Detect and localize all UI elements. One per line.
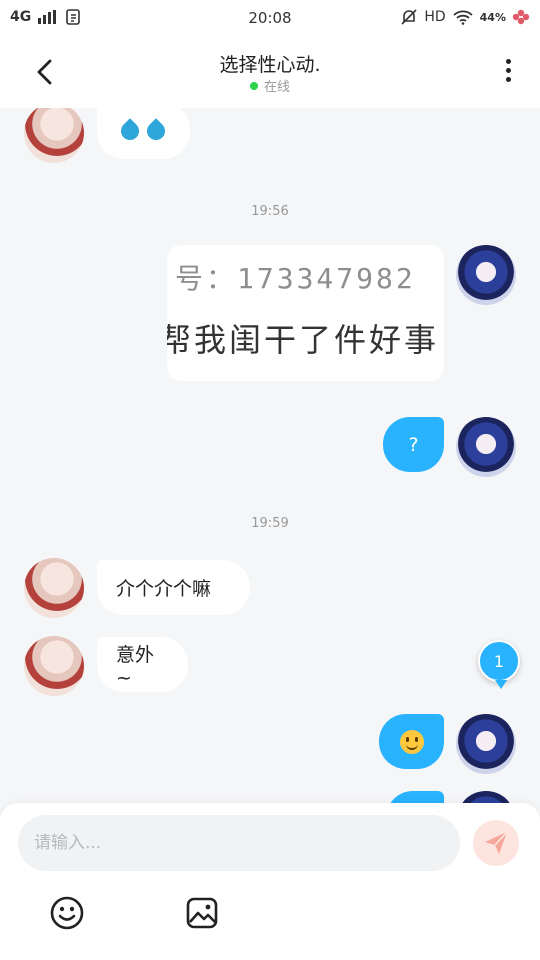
unread-count: 1 <box>493 651 505 671</box>
wifi-icon <box>453 10 473 25</box>
more-button[interactable] <box>498 56 518 88</box>
my-avatar[interactable] <box>456 417 516 477</box>
peer-avatar[interactable] <box>24 636 84 696</box>
hd-label: HD <box>424 9 446 25</box>
timestamp-separator: 19:59 <box>251 516 289 531</box>
smiley-emoji-icon <box>399 729 424 754</box>
emoji-icon <box>50 896 84 930</box>
message-text: 意外~ <box>116 644 155 689</box>
peer-message[interactable]: 介个介个嘛 <box>97 560 250 615</box>
peer-message[interactable]: 意外~ <box>97 637 188 692</box>
peer-avatar[interactable] <box>24 108 84 163</box>
my-avatar[interactable] <box>456 714 516 774</box>
image-message[interactable]: 号：173347982 帮我闺干了件好事 <box>167 245 444 381</box>
unread-badge[interactable]: 1 <box>478 640 520 689</box>
image-text-line: 帮我闺干了件好事 <box>167 321 440 359</box>
my-avatar[interactable] <box>456 245 516 305</box>
online-status: 在线 <box>0 76 540 95</box>
battery-label: 44% <box>479 10 506 24</box>
contact-name: 选择性心动. <box>219 54 321 76</box>
image-text-line: 号：173347982 <box>175 262 416 295</box>
online-status-label: 在线 <box>263 80 290 95</box>
online-dot <box>249 82 258 90</box>
emoji-button[interactable] <box>50 896 84 930</box>
status-right: HD 44% <box>400 8 530 26</box>
send-button[interactable] <box>473 820 519 866</box>
battery-flower-icon <box>512 9 530 25</box>
image-icon <box>186 897 218 929</box>
message-input[interactable] <box>18 815 460 871</box>
status-bar: 4G 20:08 HD 44% <box>0 0 540 36</box>
chat-header: 选择性心动. 在线 <box>0 36 540 108</box>
composer-panel <box>0 803 540 960</box>
message-text: 介个介个嘛 <box>116 578 212 600</box>
emoji-message[interactable] <box>379 714 444 769</box>
image-button[interactable] <box>185 896 219 930</box>
peer-avatar[interactable] <box>24 558 84 618</box>
message-text: ? <box>408 433 419 456</box>
mute-bell-icon <box>401 9 417 25</box>
message-list[interactable]: 19:56 号：173347982 帮我闺干了件好事 ? 19:59 介个介个嘛… <box>0 108 540 808</box>
timestamp-separator: 19:56 <box>251 204 289 219</box>
send-icon <box>485 831 508 854</box>
sweat-drops-message[interactable] <box>97 108 190 159</box>
more-icon <box>498 59 518 82</box>
question-message[interactable]: ? <box>383 417 444 472</box>
sweat-drops-icon <box>116 116 171 146</box>
